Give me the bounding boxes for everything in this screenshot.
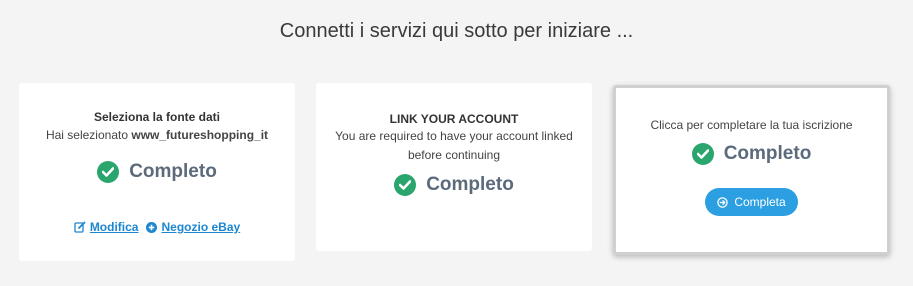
link-account-card: LINK YOUR ACCOUNT You are required to ha… [316,83,592,251]
arrow-circle-right-icon [717,196,729,208]
status-label: Completo [129,161,217,182]
edit-icon [74,221,86,233]
plus-circle-icon [146,221,158,233]
status-complete: Completo [19,161,295,183]
selected-label: Hai selezionato [45,128,129,142]
complete-button[interactable]: Completa [705,188,798,216]
card-subtitle: Hai selezionato www_futureshopping_it [19,126,295,145]
status-label: Completo [426,174,514,195]
status-complete: Completo [616,143,887,165]
check-circle-icon [97,161,120,183]
check-circle-icon [394,174,417,196]
card-description: Clicca per completare la tua iscrizione [650,118,853,132]
card-description-line1: You are required to have your account li… [335,129,573,143]
card-title: LINK YOUR ACCOUNT [389,112,519,126]
data-source-card: Seleziona la fonte dati Hai selezionato … [19,83,295,261]
card-description-line2: before continuing [407,148,501,162]
edit-link-label: Modifica [89,220,139,234]
card-links: Modifica Negozio eBay [19,220,295,234]
complete-registration-card: Clicca per completare la tua iscrizione … [613,85,890,255]
page-heading: Connetti i servizi qui sotto per iniziar… [279,20,634,42]
ebay-store-link[interactable]: Negozio eBay [146,220,240,234]
edit-link[interactable]: Modifica [74,220,139,234]
ebay-store-link-label: Negozio eBay [161,220,241,234]
status-label: Completo [723,143,812,164]
check-circle-icon [691,143,714,165]
card-title: Seleziona la fonte dati [93,110,221,124]
complete-button-label: Completa [734,195,786,209]
selected-source: www_futureshopping_it [131,128,269,142]
status-complete: Completo [316,174,592,196]
